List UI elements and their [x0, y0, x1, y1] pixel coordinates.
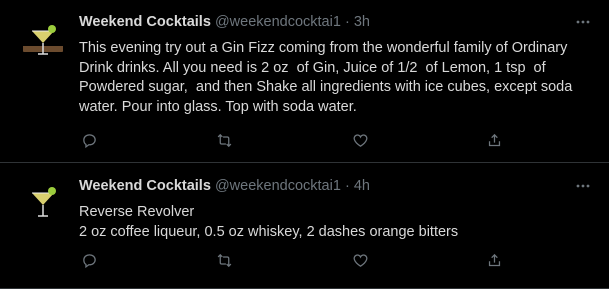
tweet-text: This evening try out a Gin Fizz coming f… — [79, 40, 577, 115]
cocktail-glass-icon — [19, 14, 67, 62]
tweet-actions — [79, 250, 509, 270]
more-icon[interactable] — [571, 12, 595, 32]
separator: · — [344, 178, 350, 194]
more-icon[interactable] — [571, 176, 595, 196]
cocktail-glass-icon — [19, 176, 67, 224]
timestamp[interactable]: 3h — [354, 14, 370, 30]
tweet-body: Weekend Cocktails @weekendcocktai1 · 4h … — [79, 176, 595, 242]
tweet[interactable]: Weekend Cocktails @weekendcocktai1 · 4h … — [0, 163, 609, 289]
retweet-icon[interactable] — [214, 250, 234, 270]
avatar[interactable] — [19, 176, 67, 224]
tweet-body: Weekend Cocktails @weekendcocktai1 · 3h … — [79, 12, 595, 117]
reply-icon[interactable] — [79, 250, 99, 270]
separator: · — [344, 14, 350, 30]
avatar[interactable] — [19, 14, 67, 62]
author-name[interactable]: Weekend Cocktails — [79, 14, 211, 30]
timestamp[interactable]: 4h — [354, 178, 370, 194]
tweet-header: Weekend Cocktails @weekendcocktai1 · 3h — [79, 12, 595, 32]
like-icon[interactable] — [350, 250, 370, 270]
author-handle[interactable]: @weekendcocktai1 — [215, 14, 341, 30]
tweet[interactable]: Weekend Cocktails @weekendcocktai1 · 3h … — [0, 0, 609, 163]
reply-icon[interactable] — [79, 130, 99, 150]
tweet-feed: Weekend Cocktails @weekendcocktai1 · 3h … — [0, 0, 609, 289]
tweet-actions — [79, 130, 509, 150]
tweet-text: Reverse Revolver 2 oz coffee liqueur, 0.… — [79, 204, 459, 240]
tweet-header: Weekend Cocktails @weekendcocktai1 · 4h — [79, 176, 595, 196]
author-handle[interactable]: @weekendcocktai1 — [215, 178, 341, 194]
share-icon[interactable] — [484, 250, 504, 270]
share-icon[interactable] — [484, 130, 504, 150]
like-icon[interactable] — [350, 130, 370, 150]
author-name[interactable]: Weekend Cocktails — [79, 178, 211, 194]
retweet-icon[interactable] — [214, 130, 234, 150]
